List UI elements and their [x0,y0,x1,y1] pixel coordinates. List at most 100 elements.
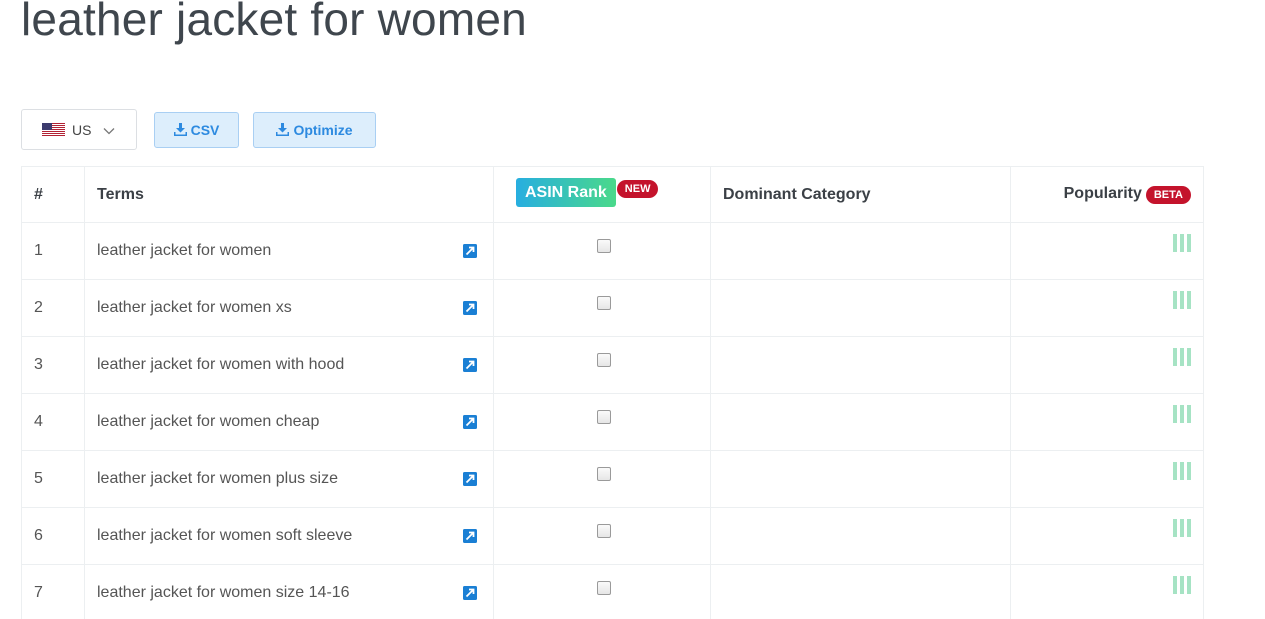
header-terms[interactable]: Terms [84,166,494,223]
external-link-icon[interactable] [463,415,477,429]
header-dominant-category[interactable]: Dominant Category [710,166,1011,223]
table-row: 1 leather jacket for women [21,222,1204,280]
header-popularity[interactable]: Popularity BETA [1010,166,1204,223]
term-text: leather jacket for women size 14-16 [97,584,350,601]
term-text: leather jacket for women xs [97,299,292,316]
asin-rank-label: ASIN Rank [516,178,616,207]
row-number: 5 [21,450,85,508]
dominant-category-cell [710,279,1011,337]
popularity-bar [1187,290,1191,309]
external-link-icon[interactable] [463,586,477,600]
dominant-category-cell [710,564,1011,619]
table-row: 4 leather jacket for women cheap [21,393,1204,451]
popularity-bar [1187,404,1191,423]
term-cell: leather jacket for women cheap [84,393,494,451]
asin-rank-checkbox[interactable] [597,238,611,253]
popularity-cell [1010,564,1204,619]
popularity-bar [1180,347,1184,366]
popularity-cell [1010,279,1204,337]
popularity-bar [1180,518,1184,537]
asin-rank-cell [493,336,711,394]
external-link-icon[interactable] [463,301,477,315]
popularity-bar [1173,290,1177,309]
keywords-table-container: # Terms ASIN Rank NEW Dominant Category P… [21,166,1204,619]
page: leather jacket for women US CSV Optimize… [0,0,1265,619]
row-number: 1 [21,222,85,280]
header-asin-rank[interactable]: ASIN Rank NEW [493,166,711,223]
country-select[interactable]: US [21,109,137,150]
popularity-bar [1180,233,1184,252]
asin-rank-cell [493,564,711,619]
term-cell: leather jacket for women with hood [84,336,494,394]
asin-rank-cell [493,279,711,337]
popularity-bar [1187,233,1191,252]
asin-rank-cell [493,393,711,451]
popularity-bar [1187,518,1191,537]
term-text: leather jacket for women with hood [97,356,345,373]
dominant-category-cell [710,336,1011,394]
popularity-bars [1173,575,1191,594]
asin-rank-cell [493,450,711,508]
term-cell: leather jacket for women [84,222,494,280]
term-cell: leather jacket for women size 14-16 [84,564,494,619]
asin-rank-checkbox[interactable] [597,295,611,310]
popularity-cell [1010,507,1204,565]
download-icon [173,123,187,136]
optimize-button-label: Optimize [293,121,353,138]
dominant-category-cell [710,393,1011,451]
popularity-bar [1187,575,1191,594]
popularity-label: Popularity [1063,185,1142,203]
popularity-bar [1173,575,1177,594]
asin-rank-checkbox[interactable] [597,466,611,481]
external-link-icon[interactable] [463,358,477,372]
popularity-bar [1173,404,1177,423]
external-link-icon[interactable] [463,244,477,258]
header-num[interactable]: # [21,166,85,223]
row-number: 2 [21,279,85,337]
asin-rank-checkbox[interactable] [597,409,611,424]
new-badge: NEW [616,179,659,198]
table-header-row: # Terms ASIN Rank NEW Dominant Category P… [21,166,1204,223]
page-title: leather jacket for women [21,0,527,45]
toolbar: US CSV Optimize [21,109,376,150]
beta-badge: BETA [1145,186,1191,205]
popularity-bar [1180,575,1184,594]
popularity-bars [1173,347,1191,366]
download-icon [276,123,290,136]
optimize-button[interactable]: Optimize [253,111,376,148]
popularity-bars [1173,290,1191,309]
term-cell: leather jacket for women soft sleeve [84,507,494,565]
row-number: 6 [21,507,85,565]
country-label: US [72,121,92,138]
term-text: leather jacket for women soft sleeve [97,527,353,544]
table-row: 5 leather jacket for women plus size [21,450,1204,508]
term-text: leather jacket for women [97,242,272,259]
external-link-icon[interactable] [463,472,477,486]
row-number: 4 [21,393,85,451]
popularity-bar [1180,461,1184,480]
us-flag-icon [42,123,65,136]
asin-rank-cell [493,507,711,565]
popularity-bar [1187,461,1191,480]
keywords-table: # Terms ASIN Rank NEW Dominant Category P… [21,166,1204,619]
table-row: 2 leather jacket for women xs [21,279,1204,337]
term-text: leather jacket for women cheap [97,413,320,430]
popularity-bar [1173,461,1177,480]
asin-rank-checkbox[interactable] [597,352,611,367]
table-row: 7 leather jacket for women size 14-16 [21,564,1204,619]
asin-rank-checkbox[interactable] [597,580,611,595]
popularity-bars [1173,518,1191,537]
table-body: 1 leather jacket for women 2 leather jacket… [21,222,1204,619]
csv-button[interactable]: CSV [154,111,239,148]
term-text: leather jacket for women plus size [97,470,338,487]
table-row: 6 leather jacket for women soft sleeve [21,507,1204,565]
asin-rank-checkbox[interactable] [597,523,611,538]
dominant-category-cell [710,507,1011,565]
term-cell: leather jacket for women plus size [84,450,494,508]
external-link-icon[interactable] [463,529,477,543]
popularity-bars [1173,461,1191,480]
dominant-category-cell [710,450,1011,508]
csv-button-label: CSV [190,121,220,138]
popularity-bar [1173,233,1177,252]
popularity-bars [1173,233,1191,252]
